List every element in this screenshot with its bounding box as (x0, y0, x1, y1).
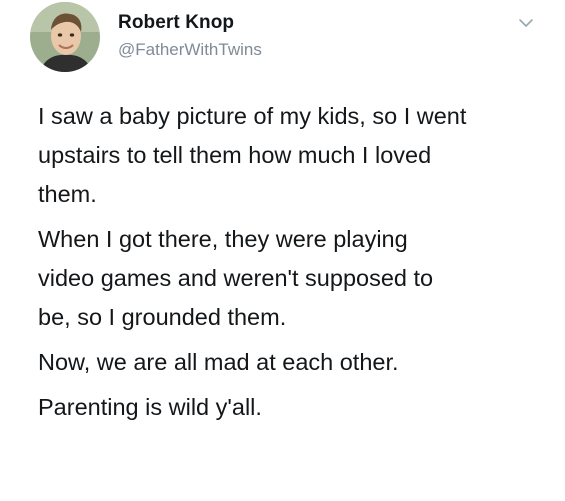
author-display-name[interactable]: Robert Knop (118, 12, 234, 34)
author-handle[interactable]: @FatherWithTwins (118, 40, 262, 60)
tweet-paragraph: I saw a baby picture of my kids, so I we… (38, 103, 467, 207)
tweet-paragraph: When I got there, they were playing vide… (38, 226, 434, 330)
chevron-down-icon[interactable] (517, 14, 535, 32)
tweet-paragraph: Parenting is wild y'all. (38, 394, 262, 420)
author-avatar[interactable] (30, 2, 100, 72)
tweet-card: Robert Knop @FatherWithTwins I saw a bab… (0, 0, 565, 501)
user-avatar-photo-icon (30, 2, 100, 72)
tweet-paragraph: Now, we are all mad at each other. (38, 349, 399, 375)
tweet-text: I saw a baby picture of my kids, so I we… (38, 97, 548, 427)
